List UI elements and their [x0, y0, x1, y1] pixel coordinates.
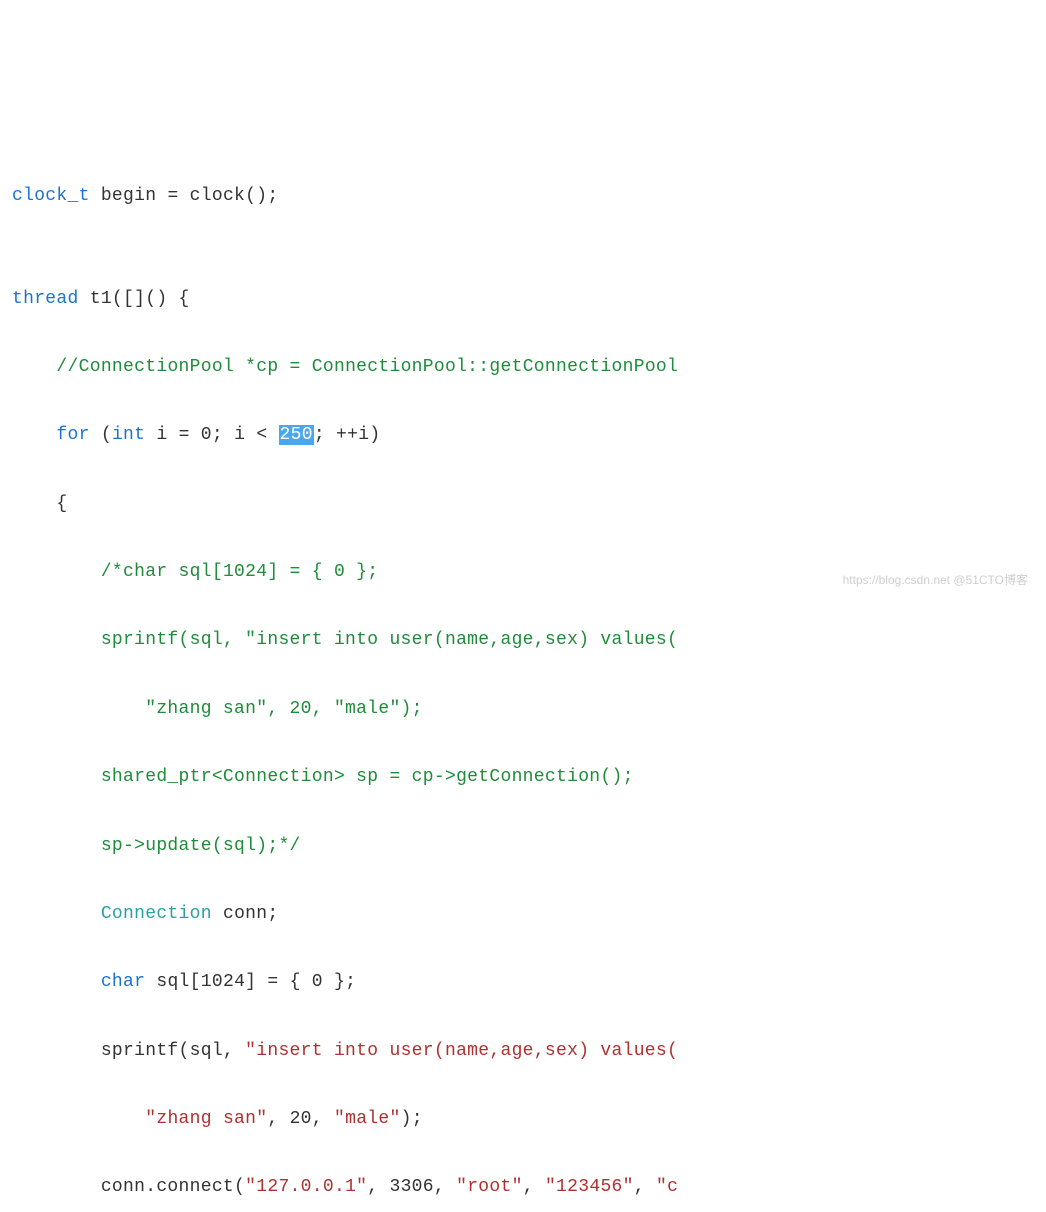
code-line-4: for (int i = 0; i < 250; ++i): [12, 418, 1034, 452]
class-connection: Connection: [101, 904, 212, 924]
code-line-12: char sql[1024] = { 0 };: [12, 965, 1034, 999]
string-literal: "root": [456, 1177, 523, 1197]
operator: <: [256, 425, 267, 445]
indent: [12, 1109, 145, 1129]
code-text: i: [145, 425, 178, 445]
selection-highlight[interactable]: 250: [279, 425, 314, 445]
code-text: );: [401, 1109, 423, 1129]
operator: =: [167, 186, 178, 206]
indent: [12, 357, 56, 377]
code-line-3: //ConnectionPool *cp = ConnectionPool::g…: [12, 350, 1034, 384]
comment-block: shared_ptr<Connection> sp = cp->getConne…: [12, 767, 634, 787]
code-line-7: sprintf(sql, "insert into user(name,age,…: [12, 623, 1034, 657]
comment: //ConnectionPool *cp = ConnectionPool::g…: [56, 357, 678, 377]
code-text: 0; i: [190, 425, 257, 445]
comment-block: sprintf(sql, "insert into user(name,age,…: [12, 630, 678, 650]
code-line-0: clock_t begin = clock();: [12, 179, 1034, 213]
operator: =: [267, 972, 278, 992]
string-literal: "male": [334, 1109, 401, 1129]
string-literal: "123456": [545, 1177, 634, 1197]
code-text: [267, 425, 278, 445]
string-literal: "insert into user(name,age,sex) values(: [245, 1041, 678, 1061]
comment-block: "zhang san", 20, "male");: [12, 699, 423, 719]
keyword-char: char: [101, 972, 145, 992]
code-line-9: shared_ptr<Connection> sp = cp->getConne…: [12, 760, 1034, 794]
code-text: t1([]() {: [79, 289, 190, 309]
indent: [12, 972, 101, 992]
keyword-int: int: [112, 425, 145, 445]
keyword-clock_t: clock_t: [12, 186, 90, 206]
code-line-8: "zhang san", 20, "male");: [12, 692, 1034, 726]
code-text: begin: [90, 186, 168, 206]
code-text: { 0 };: [278, 972, 356, 992]
code-line-5: {: [12, 487, 1034, 521]
indent: [12, 425, 56, 445]
code-line-15: conn.connect("127.0.0.1", 3306, "root", …: [12, 1170, 1034, 1204]
code-editor[interactable]: clock_t begin = clock(); thread t1([]() …: [12, 145, 1034, 1212]
code-text: sql[1024]: [145, 972, 267, 992]
code-text: ,: [523, 1177, 545, 1197]
string-literal: "zhang san": [145, 1109, 267, 1129]
code-line-11: Connection conn;: [12, 897, 1034, 931]
code-text: , 20,: [267, 1109, 334, 1129]
keyword-for: for: [56, 425, 89, 445]
code-line-2: thread t1([]() {: [12, 282, 1034, 316]
code-line-10: sp->update(sql);*/: [12, 829, 1034, 863]
keyword-thread: thread: [12, 289, 79, 309]
code-text: ,: [634, 1177, 656, 1197]
code-line-13: sprintf(sql, "insert into user(name,age,…: [12, 1034, 1034, 1068]
code-text: conn;: [212, 904, 279, 924]
string-literal: "c: [656, 1177, 678, 1197]
code-text: clock();: [179, 186, 279, 206]
code-text: sprintf(sql,: [12, 1041, 245, 1061]
indent: [12, 904, 101, 924]
comment-block-end: sp->update(sql);*/: [12, 836, 301, 856]
string-literal: "127.0.0.1": [245, 1177, 367, 1197]
code-line-14: "zhang san", 20, "male");: [12, 1102, 1034, 1136]
code-text: , 3306,: [367, 1177, 456, 1197]
watermark: https://blog.csdn.net @51CTO博客: [843, 569, 1028, 592]
code-text: conn.connect(: [12, 1177, 245, 1197]
comment-block-start: /*char sql[1024] = { 0 };: [101, 562, 379, 582]
code-text: ; ++i): [314, 425, 381, 445]
operator: =: [179, 425, 190, 445]
code-text: (: [90, 425, 112, 445]
indent: [12, 562, 101, 582]
